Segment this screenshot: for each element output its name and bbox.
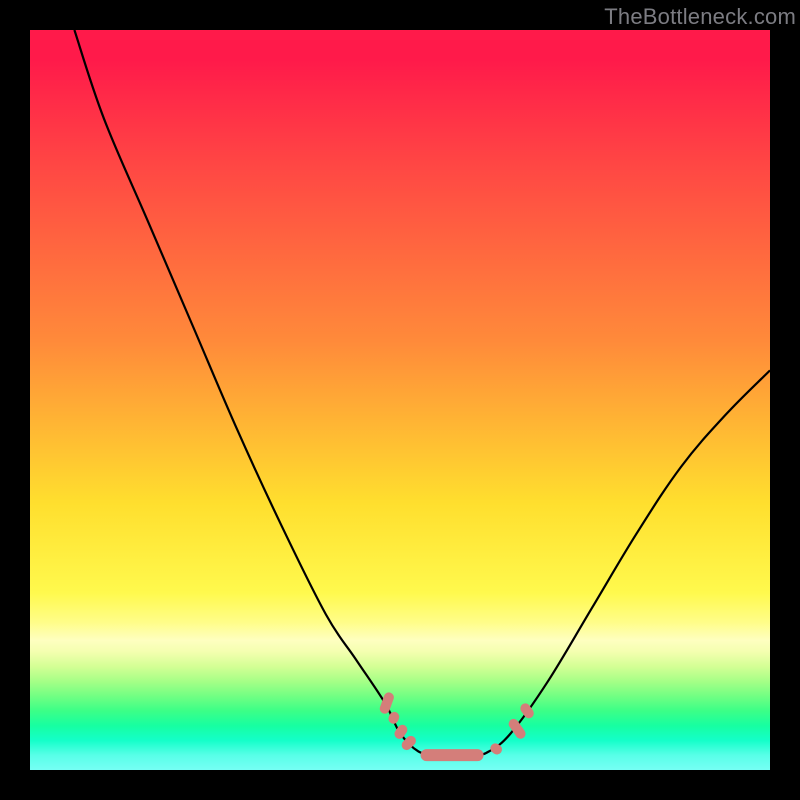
curve-marker: [420, 749, 483, 761]
watermark-text: TheBottleneck.com: [604, 4, 796, 30]
bottleneck-curve: [74, 30, 770, 755]
curve-overlay: [30, 30, 770, 770]
plot-area: [30, 30, 770, 770]
chart-frame: TheBottleneck.com: [0, 0, 800, 800]
